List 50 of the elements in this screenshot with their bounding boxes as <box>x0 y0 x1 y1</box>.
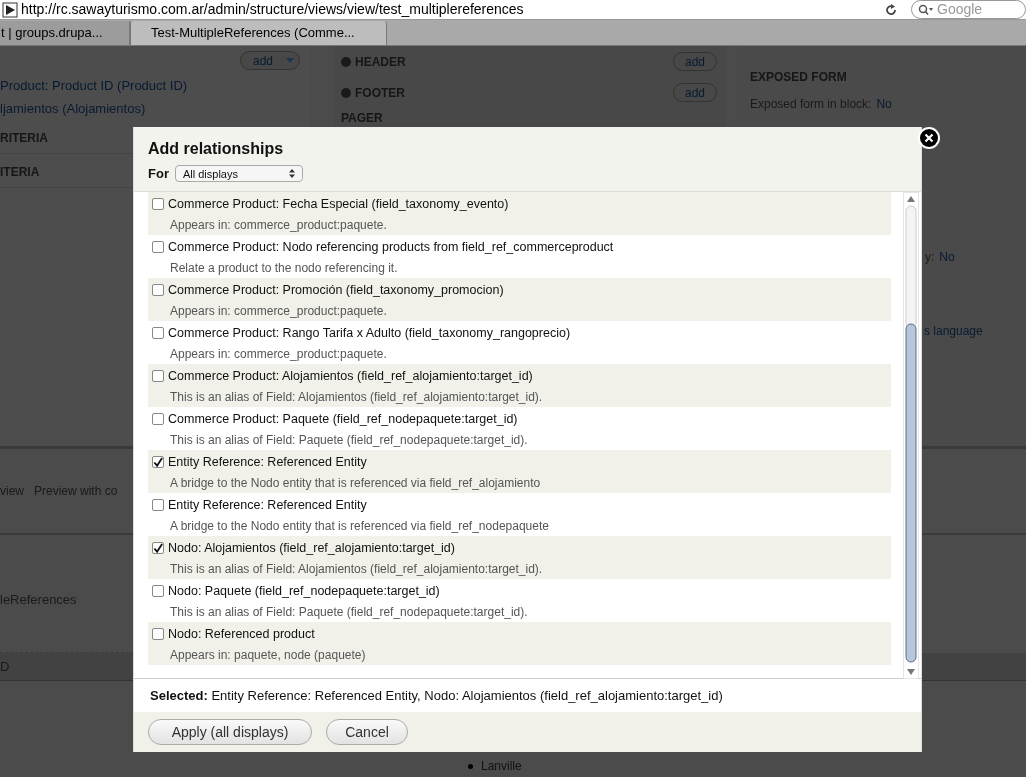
option-label[interactable]: Commerce Product: Promoción (field_taxonomy_promocion) <box>168 281 504 300</box>
checkbox[interactable] <box>152 413 164 426</box>
checkbox[interactable] <box>152 370 164 383</box>
option-label[interactable]: Commerce Product: Fecha Especial (field_taxonomy_evento) <box>168 195 509 214</box>
close-icon <box>920 129 938 147</box>
checkbox[interactable] <box>152 585 164 598</box>
browser-tab[interactable]: t | groups.drupa... <box>0 21 130 45</box>
bullet-icon <box>468 763 473 769</box>
option-description: This is an alias of Field: Paquete (field_ref_nodepaquete:target_id). <box>169 431 529 449</box>
option-label[interactable]: Commerce Product: Nodo referencing products from field_ref_commerceproduct <box>168 238 614 257</box>
search-icon <box>918 3 934 16</box>
option-description: Relate a product to the nodo referencing it. <box>169 259 399 277</box>
for-label: For <box>148 165 169 183</box>
option-description: This is an alias of Field: Paquete (field_ref_nodepaquete:target_id). <box>169 603 529 621</box>
checkbox[interactable] <box>152 327 164 340</box>
apply-button[interactable]: Apply (all displays) <box>148 719 312 745</box>
option-label[interactable]: Commerce Product: Alojamientos (field_ref_alojamiento:target_id) <box>168 367 533 386</box>
option-label[interactable]: Nodo: Referenced product <box>168 625 315 644</box>
option-label[interactable]: Entity Reference: Referenced Entity <box>168 496 367 515</box>
checkbox[interactable] <box>152 542 164 555</box>
cancel-button[interactable]: Cancel <box>326 719 408 745</box>
check-icon <box>153 456 163 468</box>
updown-icon <box>288 169 295 179</box>
display-select[interactable]: All displays <box>174 165 303 183</box>
address-bar[interactable]: http://rc.sawayturismo.com.ar/admin/structure/views/view/test_multiplereferences <box>21 0 885 20</box>
option-label[interactable]: Commerce Product: Rango Tarifa x Adulto (field_taxonomy_rangoprecio) <box>168 324 571 343</box>
option-description: Appears in: commerce_product:paquete. <box>169 302 388 320</box>
option-description: A bridge to the Nodo entity that is referenced via field_ref_alojamiento <box>169 474 542 492</box>
option-description: Appears in: commerce_product:paquete. <box>169 216 388 234</box>
checkbox[interactable] <box>152 628 164 641</box>
option-label[interactable]: Nodo: Alojamientos (field_ref_alojamiento:target_id) <box>168 539 455 558</box>
option-description: A bridge to the Nodo entity that is referenced via field_ref_nodepaquete <box>169 517 550 535</box>
list-item: Lanville <box>481 758 522 775</box>
option-label[interactable]: Nodo: Paquete (field_ref_nodepaquete:target_id) <box>168 582 440 601</box>
option-description: This is an alias of Field: Alojamientos (field_ref_alojamiento:target_id). <box>169 388 544 406</box>
option-description: Appears in: commerce_product:paquete. <box>169 345 388 363</box>
checkbox[interactable] <box>152 241 164 254</box>
browser-tab[interactable]: Test-MultipleReferences (Comme... <box>130 21 387 45</box>
selected-summary: Selected: Entity Reference: Referenced Entity, Nodo: Alojamientos (field_ref_alojamiento:target_id) <box>149 687 724 705</box>
caret-icon <box>286 58 294 63</box>
option-description: This is an alias of Field: Alojamientos (field_ref_alojamiento:target_id). <box>169 560 544 578</box>
checkbox[interactable] <box>152 198 164 211</box>
check-icon <box>153 542 163 554</box>
option-label[interactable]: Commerce Product: Paquete (field_ref_nodepaquete:target_id) <box>168 410 518 429</box>
option-label[interactable]: Entity Reference: Referenced Entity <box>168 453 367 472</box>
checkbox[interactable] <box>152 284 164 297</box>
scrollbar[interactable] <box>903 192 919 679</box>
checkbox[interactable] <box>152 499 164 512</box>
checkbox[interactable] <box>152 456 164 469</box>
reload-icon[interactable] <box>885 3 897 16</box>
